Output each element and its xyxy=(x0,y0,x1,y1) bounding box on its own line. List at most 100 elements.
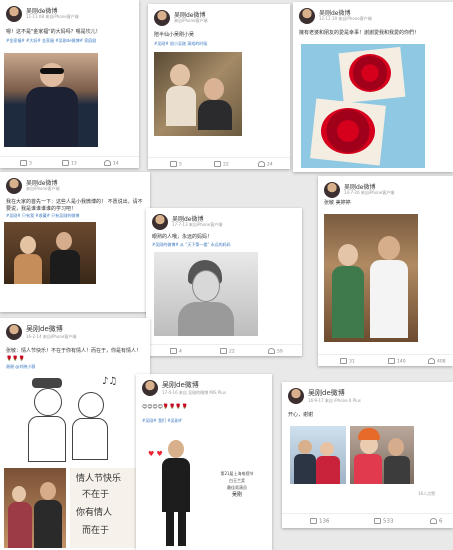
post-text: 😊😊😊😊🌹🌹🌹🌹 xyxy=(142,404,188,410)
like-icon xyxy=(104,160,111,166)
repost-button[interactable]: 31 xyxy=(340,358,355,365)
post-text: 我在大家的首先一下：这些人是小我微博的！ 不愿说出，请不要说，我是谁谁谁谁的学习… xyxy=(6,199,143,212)
comment-button[interactable]: 22 xyxy=(220,348,235,355)
like-count-text: 16人点赞 xyxy=(418,491,436,496)
post-photo[interactable] xyxy=(4,468,66,548)
repost-icon xyxy=(20,160,27,166)
weibo-post-card[interactable]: 吴刚de微博 17-4-16 来自 吴刚的微博 MIS Plus 😊😊😊😊🌹🌹🌹… xyxy=(136,374,272,550)
avatar[interactable] xyxy=(154,10,170,26)
post-photo[interactable] xyxy=(290,426,346,484)
comment-button[interactable]: 533 xyxy=(374,518,394,525)
post-header: 吴刚de微博 17-4-16 来自 吴刚的微博 MIS Plus xyxy=(142,380,266,402)
repost-icon xyxy=(170,161,177,167)
post-hashtags[interactable]: #吴刚# 只有我 #收藏# 只有吴刚的微博 xyxy=(6,213,144,219)
post-header: 吴刚de微博 来自iPhone客户端 xyxy=(154,10,284,32)
comment-button[interactable]: 13 xyxy=(62,160,77,167)
username[interactable]: 吴刚de微博 xyxy=(308,388,345,398)
post-meta: 17-4-16 来自 吴刚的微博 MIS Plus xyxy=(162,390,227,395)
repost-button[interactable]: 3 xyxy=(20,160,32,167)
post-header: 吴刚de微博 12-12 19 来自iPhone客户端 xyxy=(299,8,447,30)
music-note-icon: ♪♫ xyxy=(102,376,118,387)
heart-icon: ♥ ♥ xyxy=(148,450,163,458)
post-hashtags[interactable]: #吴刚# 陪小吴刚 演戏的时候 xyxy=(154,41,284,47)
weibo-post-card[interactable]: 吴刚de微博 12-12 19 来自iPhone客户端 擁有老婆和朋友的愛是幸事… xyxy=(293,2,453,172)
post-meta: 17-7-13 来自iPhone客户端 xyxy=(172,222,223,227)
post-meta: 16-9-17 来自 iPhone 6 Plus xyxy=(308,398,361,403)
post-actions: 5 22 24 xyxy=(148,157,290,169)
comment-icon xyxy=(220,348,227,354)
repost-button[interactable]: 4 xyxy=(170,348,182,355)
post-photo[interactable] xyxy=(4,53,98,147)
username[interactable]: 吴刚de微博 xyxy=(26,324,63,334)
comment-button[interactable]: 22 xyxy=(214,161,229,168)
post-text: 嗯！这不是"金家福"的大妈吗？嗯是坎儿！ xyxy=(6,29,101,35)
rose-emoji: 🌹🌹🌹 xyxy=(6,356,25,362)
repost-icon xyxy=(340,358,347,364)
avatar[interactable] xyxy=(324,182,340,198)
comment-icon xyxy=(388,358,395,364)
weibo-post-card[interactable]: 吴刚de微博 来自iPhone客户端 我在大家的首先一下：这些人是小我微博的！ … xyxy=(0,172,150,312)
post-text: 眼熟的人哦，永远的妈妈！ xyxy=(152,234,213,240)
post-hashtags[interactable]: #金家福# #大妈# 金家福 #吴刚de微博# 家庭剧 xyxy=(6,38,134,44)
like-button[interactable]: 24 xyxy=(258,161,273,168)
post-hashtags[interactable]: #吴刚# 我们 #吴刚# xyxy=(142,418,268,424)
post-photo[interactable] xyxy=(350,426,414,484)
weibo-post-card[interactable]: 吴刚de微博 来自iPhone客户端 陪半仙小吴刚小吴 #吴刚# 陪小吴刚 演戏… xyxy=(148,4,290,169)
post-meta: 来自iPhone客户端 xyxy=(174,18,208,23)
weibo-post-card[interactable]: 吴刚de微博 16-9-17 来自 iPhone 6 Plus 开心，谢谢 16… xyxy=(282,382,453,528)
like-icon xyxy=(268,348,275,354)
post-cartoon[interactable]: ♪♫ xyxy=(6,374,126,464)
post-header: 吴刚de微博 11-11 08 来自iPhone客户端 xyxy=(6,6,133,28)
post-meta: 来自iPhone客户端 xyxy=(26,186,60,191)
post-photo[interactable] xyxy=(324,214,418,342)
comment-icon xyxy=(374,518,381,524)
comment-button[interactable]: 140 xyxy=(388,358,406,365)
handwritten-note: 情人节快乐 不在于 你有情人 而在于 xyxy=(70,468,146,548)
comment-icon xyxy=(214,161,221,167)
repost-button[interactable]: 136 xyxy=(310,518,330,525)
post-header: 吴刚de微博 16-9-17 来自 iPhone 6 Plus xyxy=(288,388,447,410)
like-button[interactable]: 6 xyxy=(430,518,443,525)
repost-button[interactable]: 5 xyxy=(170,161,182,168)
post-header: 吴刚de微博 来自iPhone客户端 xyxy=(6,178,144,200)
post-actions: 3 13 14 xyxy=(0,156,139,168)
post-header: 吴刚de微博 16-2-14 来自iPhone客户端 xyxy=(6,324,144,346)
post-photo[interactable]: ♥ ♥ 第21届上海电视节 白玉兰奖 最佳男演员 吴刚 xyxy=(142,430,266,548)
post-header: 吴刚de微博 17-7-13 来自iPhone客户端 xyxy=(152,214,296,236)
repost-icon xyxy=(310,518,317,524)
weibo-post-card[interactable]: 吴刚de微博 16-2-14 来自iPhone客户端 张敏：情人节快乐！不在于你… xyxy=(0,318,150,550)
post-photo[interactable] xyxy=(4,222,96,284)
post-photo[interactable] xyxy=(301,44,425,168)
post-text: 陪半仙小吴刚小吴 xyxy=(154,32,195,38)
like-button[interactable]: 59 xyxy=(268,348,283,355)
avatar[interactable] xyxy=(152,214,168,230)
avatar[interactable] xyxy=(6,324,22,340)
weibo-post-card[interactable]: 吴刚de微博 14-7-26 来自iPhone客户端 张敏 美婷婷 31 140… xyxy=(318,176,453,366)
repost-icon xyxy=(170,348,177,354)
avatar[interactable] xyxy=(6,178,22,194)
like-icon xyxy=(258,161,265,167)
avatar[interactable] xyxy=(6,6,22,22)
avatar[interactable] xyxy=(299,8,315,24)
like-button[interactable]: 408 xyxy=(428,358,446,365)
like-button[interactable]: 14 xyxy=(104,160,119,167)
post-text: 擁有老婆和朋友的愛是幸事！謝謝愛我和我愛的你們！ xyxy=(299,30,420,36)
post-meta: 11-11 08 来自iPhone客户端 xyxy=(26,14,79,19)
post-photo[interactable] xyxy=(154,252,258,336)
like-icon xyxy=(430,518,437,524)
avatar[interactable] xyxy=(288,388,304,404)
post-meta: 16-2-14 来自iPhone客户端 xyxy=(26,334,77,339)
post-hashtags[interactable]: #吴刚的微博# 从 “天下第一楼” 永远的妈妈 xyxy=(152,242,296,248)
post-photo[interactable] xyxy=(154,52,242,136)
post-text: 张敏：情人节快乐！不在于你有情人！而在于，你是有情人！ xyxy=(6,348,142,354)
username[interactable]: 吴刚de微博 xyxy=(162,380,199,390)
weibo-post-card[interactable]: 吴刚de微博 11-11 08 来自iPhone客户端 嗯！这不是"金家福"的大… xyxy=(0,0,139,168)
post-actions: 31 140 408 xyxy=(318,354,453,366)
avatar[interactable] xyxy=(142,380,158,396)
weibo-post-card[interactable]: 吴刚de微博 17-7-13 来自iPhone客户端 眼熟的人哦，永远的妈妈！ … xyxy=(146,208,302,356)
post-mention[interactable]: 谢谢 @刘晓小薇 xyxy=(6,364,146,370)
post-text: 张敏 美婷婷 xyxy=(324,200,351,206)
post-meta: 12-12 19 来自iPhone客户端 xyxy=(319,16,372,21)
post-actions: 136 533 6 xyxy=(282,513,453,528)
post-meta: 14-7-26 来自iPhone客户端 xyxy=(344,190,395,195)
